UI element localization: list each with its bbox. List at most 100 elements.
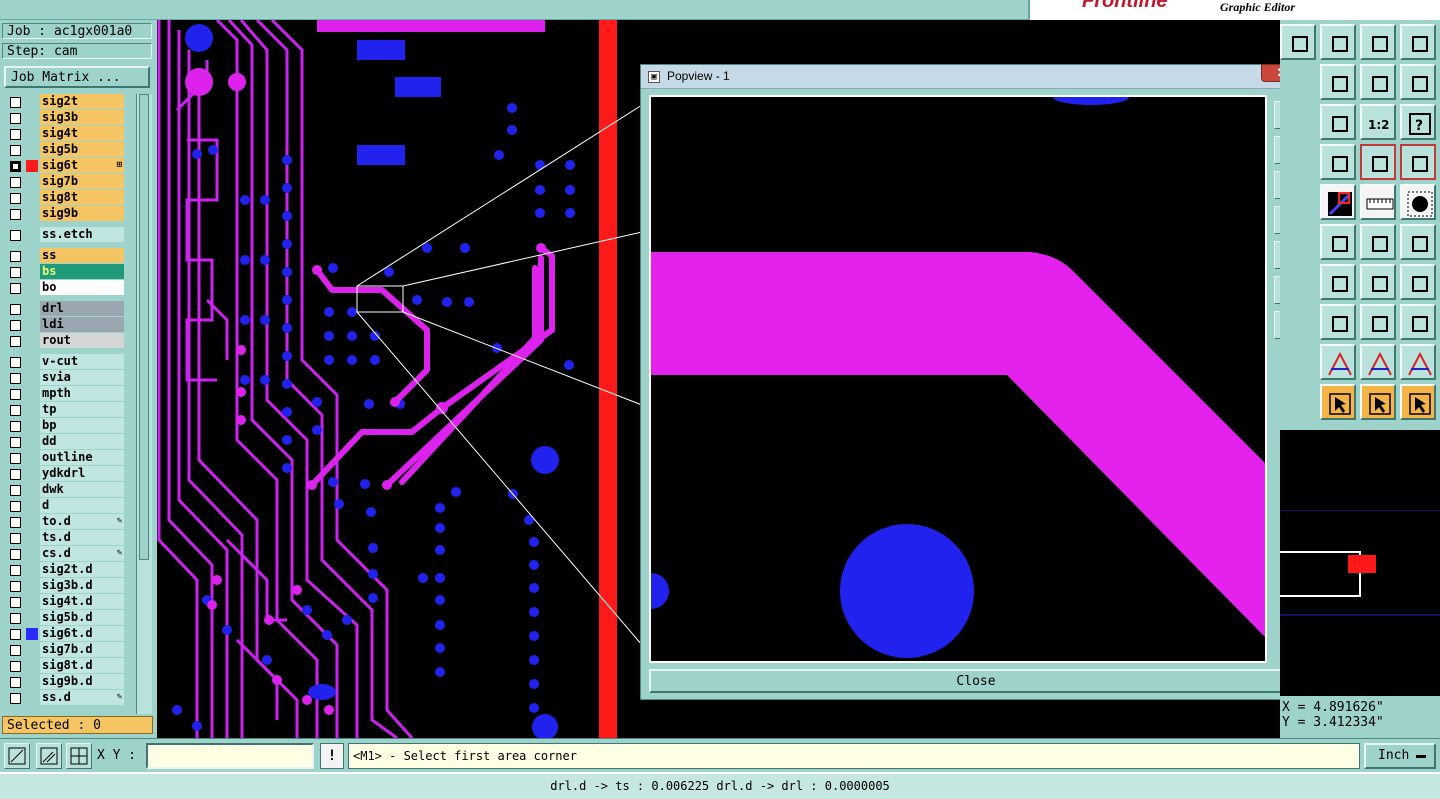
layer-checkbox[interactable] bbox=[10, 517, 21, 528]
layer-checkbox[interactable] bbox=[10, 533, 21, 544]
net-highlight-tool-button[interactable] bbox=[1360, 144, 1396, 180]
layer-checkbox[interactable] bbox=[10, 469, 21, 480]
stretch-tool-button[interactable] bbox=[1360, 304, 1396, 340]
layer-checkbox[interactable] bbox=[10, 453, 21, 464]
popview-title-bar[interactable]: ▣ Popview - 1 ✕ bbox=[641, 64, 1310, 89]
layer-name[interactable]: ss.d ✎ bbox=[40, 690, 124, 705]
layer-row[interactable]: sig9b bbox=[4, 206, 124, 222]
popview-canvas[interactable] bbox=[649, 95, 1267, 663]
layer-name[interactable]: drl bbox=[40, 301, 124, 316]
layer-name[interactable]: bs bbox=[40, 264, 124, 279]
cursor-a-tool-button[interactable] bbox=[1320, 384, 1356, 420]
zoom-home-tool-button[interactable] bbox=[1280, 24, 1316, 60]
layer-row[interactable]: sig7b.d bbox=[4, 642, 124, 658]
layer-row[interactable]: sig4t bbox=[4, 126, 124, 142]
layer-name[interactable]: v-cut bbox=[40, 354, 124, 369]
layer-row[interactable]: ts.d bbox=[4, 530, 124, 546]
job-matrix-button[interactable]: Job Matrix ... bbox=[4, 66, 150, 88]
help-tool-button[interactable]: ? bbox=[1400, 104, 1436, 140]
layer-checkbox[interactable] bbox=[10, 145, 21, 156]
layer-checkbox[interactable] bbox=[10, 304, 21, 315]
cursor-b-tool-button[interactable] bbox=[1360, 384, 1396, 420]
draw-arc-tool-button[interactable] bbox=[1360, 264, 1396, 300]
layer-checkbox[interactable] bbox=[10, 645, 21, 656]
layer-checkbox[interactable] bbox=[10, 129, 21, 140]
layer-checkbox[interactable] bbox=[10, 565, 21, 576]
layer-checkbox[interactable] bbox=[10, 613, 21, 624]
layer-row[interactable]: sig8t.d bbox=[4, 658, 124, 674]
layer-row[interactable]: bp bbox=[4, 418, 124, 434]
layer-row[interactable]: v-cut bbox=[4, 354, 124, 370]
layer-row[interactable]: sig9b.d bbox=[4, 674, 124, 690]
zoom-page-tool-button[interactable] bbox=[1360, 24, 1396, 60]
layer-checkbox[interactable] bbox=[10, 283, 21, 294]
delete-point-tool-button[interactable] bbox=[1320, 224, 1356, 260]
overview-map[interactable] bbox=[1280, 510, 1440, 630]
layer-checkbox[interactable] bbox=[10, 677, 21, 688]
layer-name[interactable]: sig6t.d bbox=[40, 626, 124, 641]
group-tool-button[interactable] bbox=[1400, 304, 1436, 340]
layer-checkbox[interactable] bbox=[10, 405, 21, 416]
layer-name[interactable]: sig5b bbox=[40, 142, 124, 157]
layer-checkbox[interactable] bbox=[10, 193, 21, 204]
layer-row[interactable]: sig6t ⊞ bbox=[4, 158, 124, 174]
layer-name[interactable]: sig8t bbox=[40, 190, 124, 205]
scrollbar-thumb[interactable] bbox=[139, 94, 149, 560]
layer-row[interactable]: mpth bbox=[4, 386, 124, 402]
layer-name[interactable]: sig2t.d bbox=[40, 562, 124, 577]
layer-row[interactable]: bs bbox=[4, 264, 124, 280]
layer-checkbox[interactable] bbox=[10, 267, 21, 278]
layer-name[interactable]: d bbox=[40, 498, 124, 513]
layer-row[interactable]: svia bbox=[4, 370, 124, 386]
layer-row[interactable]: outline bbox=[4, 450, 124, 466]
layer-row[interactable]: ss bbox=[4, 248, 124, 264]
scale-1-2-tool-button[interactable]: 1:2 bbox=[1360, 104, 1396, 140]
layer-name[interactable]: bo bbox=[40, 280, 124, 295]
layer-checkbox[interactable] bbox=[10, 597, 21, 608]
layer-name[interactable]: ss bbox=[40, 248, 124, 263]
layer-row[interactable]: bo bbox=[4, 280, 124, 296]
layer-row[interactable]: sig6t.d bbox=[4, 626, 124, 642]
layer-name[interactable]: sig3b.d bbox=[40, 578, 124, 593]
layer-row[interactable]: tp bbox=[4, 402, 124, 418]
layer-name[interactable]: sig4t.d bbox=[40, 594, 124, 609]
layer-checkbox[interactable] bbox=[10, 549, 21, 560]
layer-row[interactable]: ldi bbox=[4, 317, 124, 333]
layer-checkbox[interactable] bbox=[10, 389, 21, 400]
fit-screen-tool-button[interactable] bbox=[1400, 64, 1436, 100]
layer-name[interactable]: to.d ✎ bbox=[40, 514, 124, 529]
layer-checkbox[interactable] bbox=[10, 177, 21, 188]
popview-close-button[interactable]: Close bbox=[649, 669, 1303, 693]
layer-checkbox[interactable] bbox=[10, 209, 21, 220]
draw-line-tool-button[interactable] bbox=[1320, 264, 1356, 300]
layer-name[interactable]: ldi bbox=[40, 317, 124, 332]
layer-name[interactable]: sig4t bbox=[40, 126, 124, 141]
layer-name[interactable]: dwk bbox=[40, 482, 124, 497]
cursor-c-tool-button[interactable] bbox=[1400, 384, 1436, 420]
layer-row[interactable]: d bbox=[4, 498, 124, 514]
grid-snap-button[interactable] bbox=[66, 743, 92, 769]
xy-input[interactable] bbox=[146, 743, 314, 769]
select-color-tool-button[interactable] bbox=[1320, 184, 1356, 220]
layer-name[interactable]: tp bbox=[40, 402, 124, 417]
zoom-window-tool-button[interactable] bbox=[1400, 24, 1436, 60]
layer-name[interactable]: mpth bbox=[40, 386, 124, 401]
layer-name[interactable]: outline bbox=[40, 450, 124, 465]
measure-c-tool-button[interactable] bbox=[1400, 344, 1436, 380]
layer-checkbox[interactable] bbox=[10, 97, 21, 108]
pad-tool-button[interactable] bbox=[1400, 184, 1436, 220]
layer-name[interactable]: ss.etch bbox=[40, 227, 124, 242]
net-trace-tool-button[interactable] bbox=[1400, 144, 1436, 180]
move-point-tool-button[interactable] bbox=[1400, 224, 1436, 260]
pan-all-tool-button[interactable] bbox=[1320, 104, 1356, 140]
layer-row[interactable]: ss.d ✎ bbox=[4, 690, 124, 706]
zoom-fit-tool-button[interactable] bbox=[1320, 24, 1356, 60]
layer-row[interactable]: sig3b bbox=[4, 110, 124, 126]
layer-name[interactable]: dd bbox=[40, 434, 124, 449]
measure-b-tool-button[interactable] bbox=[1360, 344, 1396, 380]
redraw-tool-button[interactable] bbox=[1360, 64, 1396, 100]
layer-row[interactable]: drl bbox=[4, 301, 124, 317]
layer-name[interactable]: sig2t bbox=[40, 94, 124, 109]
layer-checkbox[interactable] bbox=[10, 501, 21, 512]
layer-row[interactable]: dwk bbox=[4, 482, 124, 498]
